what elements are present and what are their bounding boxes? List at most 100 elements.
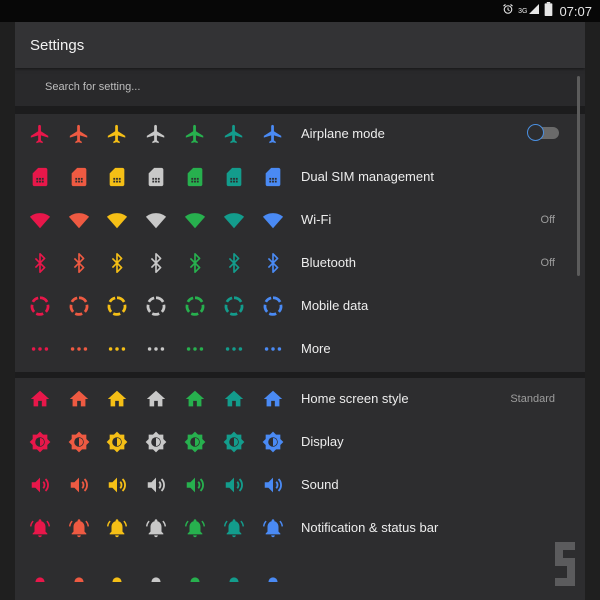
more-dots-icon <box>68 338 90 360</box>
mobile-data-icon <box>68 295 90 317</box>
bluetooth-icon <box>106 252 128 274</box>
wifi-icon <box>29 209 51 231</box>
app-bar: Settings <box>15 22 585 68</box>
setting-row-display[interactable]: Display <box>15 421 585 464</box>
setting-label: Airplane mode <box>301 126 385 141</box>
search-input[interactable]: Search for setting... <box>45 81 140 93</box>
dot-icon <box>29 560 51 582</box>
airplane-mode-toggle[interactable] <box>527 124 559 142</box>
network-type-label: 3G <box>518 7 528 15</box>
setting-row-mobiledata[interactable]: Mobile data <box>15 285 585 328</box>
setting-row-bluetooth[interactable]: Bluetooth Off <box>15 242 585 285</box>
bell-icon <box>106 517 128 539</box>
home-icon <box>262 388 284 410</box>
more-dots-icon <box>145 338 167 360</box>
setting-label: Dual SIM management <box>301 169 434 184</box>
wifi-icon <box>262 209 284 231</box>
more-dots-icon <box>184 338 206 360</box>
mobile-data-icon <box>262 295 284 317</box>
airplane-icon <box>184 123 206 145</box>
setting-value: Off <box>540 214 555 226</box>
dot-icon <box>223 560 245 582</box>
brightness-icon <box>184 431 206 453</box>
alarm-icon <box>502 2 514 20</box>
wifi-icon <box>223 209 245 231</box>
dot-icon <box>106 560 128 582</box>
setting-label: Mobile data <box>301 298 369 313</box>
airplane-icon <box>29 123 51 145</box>
mobile-data-icon <box>223 295 245 317</box>
setting-row-dualsim[interactable]: Dual SIM management <box>15 156 585 199</box>
dot-icon <box>184 560 206 582</box>
brightness-icon <box>106 431 128 453</box>
home-icon <box>184 388 206 410</box>
airplane-icon <box>68 123 90 145</box>
setting-row-sound[interactable]: Sound <box>15 464 585 507</box>
setting-row-partial[interactable] <box>15 550 585 593</box>
section-divider <box>15 372 585 378</box>
setting-row-more[interactable]: More <box>15 328 585 371</box>
mobile-data-icon <box>106 295 128 317</box>
bluetooth-icon <box>184 252 206 274</box>
network-signal-icon <box>528 2 540 20</box>
bell-icon <box>184 517 206 539</box>
settings-panel: Settings Search for setting... Airplane … <box>15 22 585 600</box>
brightness-icon <box>68 431 90 453</box>
setting-value: Off <box>540 257 555 269</box>
setting-label: Wi-Fi <box>301 212 332 227</box>
more-dots-icon <box>106 338 128 360</box>
airplane-icon <box>262 123 284 145</box>
dot-icon <box>145 560 167 582</box>
sim-card-icon <box>106 166 128 188</box>
sim-card-icon <box>68 166 90 188</box>
bell-icon <box>145 517 167 539</box>
speaker-icon <box>262 474 284 496</box>
speaker-icon <box>68 474 90 496</box>
airplane-icon <box>223 123 245 145</box>
home-icon <box>223 388 245 410</box>
wifi-icon <box>106 209 128 231</box>
bluetooth-icon <box>145 252 167 274</box>
more-dots-icon <box>29 338 51 360</box>
setting-row-wifi[interactable]: Wi-Fi Off <box>15 199 585 242</box>
airplane-icon <box>106 123 128 145</box>
setting-row-notification[interactable]: Notification & status bar <box>15 507 585 550</box>
battery-icon <box>544 1 553 21</box>
brightness-icon <box>223 431 245 453</box>
wifi-icon <box>68 209 90 231</box>
sim-card-icon <box>262 166 284 188</box>
bluetooth-icon <box>262 252 284 274</box>
bluetooth-icon <box>68 252 90 274</box>
home-icon <box>29 388 51 410</box>
scrollbar[interactable] <box>577 76 580 276</box>
setting-label: Notification & status bar <box>301 520 439 535</box>
wifi-icon <box>145 209 167 231</box>
brightness-icon <box>262 431 284 453</box>
dot-icon <box>68 560 90 582</box>
setting-label: Sound <box>301 477 339 492</box>
setting-label: Home screen style <box>301 391 409 406</box>
setting-row-airplane[interactable]: Airplane mode <box>15 113 585 156</box>
sim-card-icon <box>29 166 51 188</box>
setting-label: Bluetooth <box>301 255 356 270</box>
toggle-thumb <box>527 124 544 141</box>
sim-card-icon <box>223 166 245 188</box>
mobile-data-icon <box>145 295 167 317</box>
setting-row-home[interactable]: Home screen style Standard <box>15 378 585 421</box>
bell-icon <box>262 517 284 539</box>
sim-card-icon <box>184 166 206 188</box>
bell-icon <box>68 517 90 539</box>
home-icon <box>106 388 128 410</box>
mobile-data-icon <box>29 295 51 317</box>
bluetooth-icon <box>223 252 245 274</box>
search-section: Search for setting... <box>15 68 585 106</box>
setting-label: More <box>301 341 331 356</box>
status-icons: 3G 07:07 <box>502 0 592 22</box>
speaker-icon <box>145 474 167 496</box>
bell-icon <box>29 517 51 539</box>
page-title: Settings <box>30 37 85 54</box>
bell-icon <box>223 517 245 539</box>
sim-card-icon <box>145 166 167 188</box>
wifi-icon <box>184 209 206 231</box>
watermark-logo <box>551 536 579 592</box>
